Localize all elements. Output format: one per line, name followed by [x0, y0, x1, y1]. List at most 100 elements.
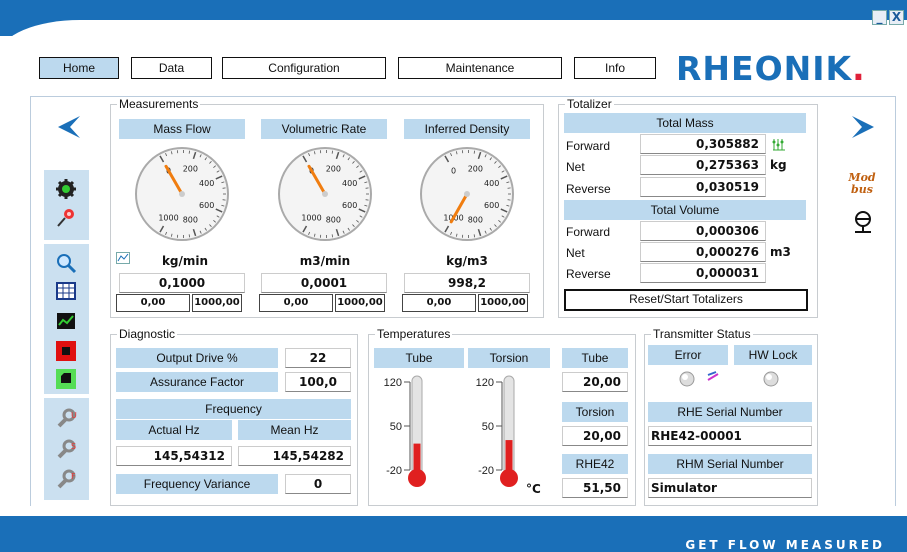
modbus-icon[interactable]: Mod bus [848, 172, 876, 196]
volume-unit: m3 [770, 245, 791, 259]
mass-forward-value: 0,305882 [640, 134, 766, 154]
totalizer-title: Totalizer [565, 97, 614, 111]
gauge-title: Volumetric Rate [261, 119, 387, 139]
gauge-tick-label: 1000 [158, 213, 178, 222]
gauge-hub [179, 191, 185, 197]
close-button[interactable]: X [889, 10, 904, 25]
network-icon[interactable] [850, 210, 876, 236]
wrench-u-icon[interactable]: U [52, 405, 80, 431]
status-gear-icon[interactable] [52, 176, 80, 202]
forward-label: Forward [566, 139, 611, 153]
next-arrow-icon[interactable] [848, 112, 878, 142]
thermo-scale-label: 120 [384, 377, 402, 389]
range-min-field[interactable]: 0,00 [259, 294, 333, 312]
wrench-f-icon[interactable]: F [52, 466, 80, 492]
slogan-text: GET FLOW MEASURED [685, 538, 885, 552]
tab-info[interactable]: Info [574, 57, 656, 79]
inferred-density-value: 998,2 [404, 273, 530, 293]
output-drive-value: 22 [285, 348, 351, 368]
inferred-density-gauge: 02004006008001000 [420, 147, 514, 241]
frequency-header: Frequency [116, 399, 351, 419]
pin-tool-icon[interactable] [52, 204, 80, 230]
gauge-tick [331, 150, 334, 154]
mass-flow-unit: kg/min [161, 254, 209, 268]
error-led-icon [679, 371, 695, 387]
torsion-header: Torsion [468, 348, 550, 368]
mean-hz-label: Mean Hz [238, 420, 351, 440]
hw-lock-label: HW Lock [734, 345, 812, 365]
gauge-title: Inferred Density [404, 119, 530, 139]
tube-temp-value: 20,00 [562, 372, 628, 392]
torsion-temp-value: 20,00 [562, 426, 628, 446]
refresh-icon[interactable] [706, 370, 720, 384]
torsion-label: Torsion [562, 402, 628, 422]
minimize-button[interactable]: _ [872, 10, 887, 25]
tab-data[interactable]: Data [131, 57, 212, 79]
volumetric-rate-value: 0,0001 [261, 273, 387, 293]
measurements-title: Measurements [117, 97, 201, 111]
hw-lock-led-icon [763, 371, 779, 387]
previous-arrow-icon[interactable] [54, 112, 84, 142]
gauge-tick-label: 200 [326, 164, 341, 173]
actual-hz-label: Actual Hz [116, 420, 232, 440]
table-icon[interactable] [52, 278, 80, 304]
tube-label: Tube [562, 348, 628, 368]
gauge-tick [331, 234, 334, 238]
celsius-unit: °C [526, 482, 541, 496]
svg-text:F: F [71, 472, 76, 481]
gauge-tick-label: 800 [326, 216, 341, 225]
mass-unit: kg [770, 158, 787, 172]
volume-net-value: 0,000276 [640, 242, 766, 262]
total-volume-header: Total Volume [564, 200, 806, 220]
wrench-s-icon[interactable]: S [52, 436, 80, 462]
svg-text:S: S [71, 442, 76, 451]
gauge-tick-label: 600 [342, 201, 357, 210]
rhe-serial-value: RHE42-00001 [648, 426, 812, 446]
gauge-tick-label: 1000 [301, 213, 321, 222]
gauge-tick-label: 600 [484, 201, 499, 210]
net-label: Net [566, 160, 585, 174]
tab-configuration[interactable]: Configuration [222, 57, 386, 79]
range-max-field[interactable]: 1000,00 [478, 294, 528, 312]
tab-maintenance[interactable]: Maintenance [398, 57, 562, 79]
gauge-tick-label: 800 [468, 216, 483, 225]
tube-header: Tube [374, 348, 464, 368]
thermo-scale-label: -20 [386, 465, 402, 477]
thermo-bulb [500, 469, 518, 487]
assurance-factor-label: Assurance Factor [116, 372, 278, 392]
rheonik-logo: RHEONIK. [676, 49, 866, 88]
frequency-variance-value: 0 [285, 474, 351, 494]
volumetric-rate-gauge: 02004006008001000 [278, 147, 372, 241]
volume-forward-value: 0,000306 [640, 221, 766, 241]
gauge-title: Mass Flow [119, 119, 245, 139]
gauge-tick-label: 0 [451, 167, 456, 176]
tab-home[interactable]: Home [39, 57, 119, 79]
net-label: Net [566, 246, 585, 260]
range-max-field[interactable]: 1000,00 [335, 294, 385, 312]
diagnostic-title: Diagnostic [117, 327, 178, 341]
error-label: Error [648, 345, 728, 365]
thermo-scale-label: 50 [390, 421, 402, 433]
thermo-fill [505, 440, 513, 474]
transmitter-status-title: Transmitter Status [651, 327, 753, 341]
stop-icon[interactable] [52, 338, 80, 364]
rhm-serial-header: RHM Serial Number [648, 454, 812, 474]
range-min-field[interactable]: 0,00 [116, 294, 190, 312]
rhe42-temp-value: 51,50 [562, 478, 628, 498]
trend-chart-icon[interactable] [52, 308, 80, 334]
gauge-tick [188, 234, 191, 238]
forward-label: Forward [566, 225, 611, 239]
trend-small-icon[interactable] [116, 252, 130, 264]
thermo-scale-label: -20 [478, 465, 494, 477]
range-max-field[interactable]: 1000,00 [192, 294, 242, 312]
thermo-scale-label: 120 [476, 377, 494, 389]
range-min-field[interactable]: 0,00 [402, 294, 476, 312]
reset-totalizers-button[interactable]: Reset/Start Totalizers [564, 289, 808, 311]
mass-flow-gauge: 02004006008001000 [135, 147, 229, 241]
record-icon[interactable] [52, 366, 80, 392]
mass-net-value: 0,275363 [640, 155, 766, 175]
reverse-label: Reverse [566, 182, 611, 196]
search-icon[interactable] [52, 250, 80, 276]
assurance-factor-value: 100,0 [285, 372, 351, 392]
gauge-hub [464, 191, 470, 197]
